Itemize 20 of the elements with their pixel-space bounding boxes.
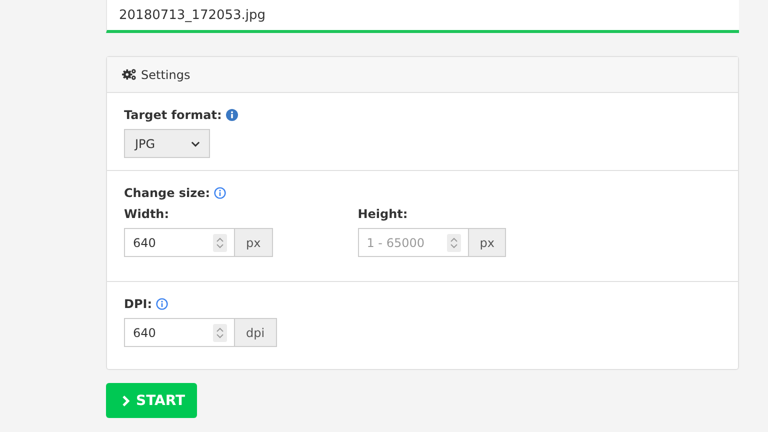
field-label: Change size:	[124, 186, 210, 200]
unit-label: dpi	[234, 319, 276, 346]
field-label: Width:	[124, 207, 170, 221]
panel-title: Settings	[141, 68, 190, 82]
chevron-icon	[122, 394, 130, 406]
spinner-icon[interactable]	[446, 234, 461, 252]
unit-label: px	[468, 229, 506, 256]
spinner-icon[interactable]	[213, 234, 227, 252]
gears-icon	[121, 68, 137, 81]
caret-icon	[191, 140, 200, 146]
field-label: Height:	[358, 207, 409, 221]
format-dropdown[interactable]: JPG	[124, 129, 210, 158]
field-label: DPI:	[124, 297, 152, 311]
info-icon[interactable]	[226, 109, 238, 121]
info-icon[interactable]	[156, 298, 168, 310]
file-name: 20180713_172053.jpg	[119, 8, 266, 22]
field-label: Target format:	[124, 108, 222, 122]
spinner-icon[interactable]	[213, 324, 227, 342]
unit-label: px	[234, 229, 272, 256]
info-icon[interactable]	[214, 187, 226, 199]
